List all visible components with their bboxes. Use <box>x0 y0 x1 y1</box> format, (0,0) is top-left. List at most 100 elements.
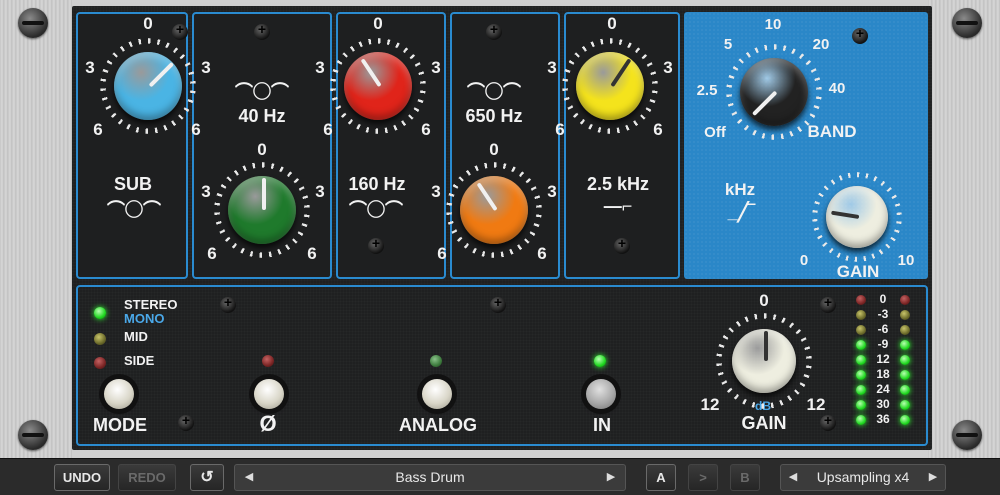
knob-pointer <box>476 182 498 212</box>
rack-screw-icon <box>18 8 48 38</box>
mode-label: MODE <box>93 415 147 435</box>
knob-cap <box>826 186 888 248</box>
hf-gain-label: GAIN <box>836 262 880 281</box>
preset-prev-icon[interactable]: ◀ <box>239 465 259 490</box>
panel-screw-icon <box>614 235 630 254</box>
knob-cap <box>228 176 296 244</box>
band-160hz-knob[interactable] <box>330 38 426 134</box>
panel-screw-icon <box>486 21 502 40</box>
phase-invert-button[interactable] <box>254 379 284 409</box>
knob-pointer <box>262 178 266 210</box>
band-40hz-knob[interactable] <box>214 162 310 258</box>
oversampling-selector[interactable]: ◀ Upsampling x4 ▶ <box>780 464 946 491</box>
knob-pointer <box>764 331 768 361</box>
meter-led-left <box>856 415 866 425</box>
redo-button[interactable]: REDO <box>118 464 176 491</box>
output-gain-knob[interactable] <box>716 313 812 409</box>
mode-led-mid <box>94 333 106 345</box>
preset-next-icon[interactable]: ▶ <box>601 465 621 490</box>
meter-scale-label: 36 <box>876 412 890 426</box>
high-band-gain-knob[interactable] <box>812 172 902 262</box>
panel-screw-icon <box>852 25 868 44</box>
meter-led-right <box>900 370 910 380</box>
analog-button[interactable] <box>422 379 452 409</box>
mode-led-stereo <box>94 307 106 319</box>
output-level-meter: 0 -3 -6 -9 12 18 24 30 36 <box>854 292 920 435</box>
knob-pointer <box>751 90 778 117</box>
panel-screw-icon <box>220 294 236 313</box>
b2k5-scale-3l: 3 <box>547 58 557 77</box>
sub-scale-3l: 3 <box>85 58 95 77</box>
knob-pointer <box>610 58 632 88</box>
analog-led <box>430 355 442 367</box>
undo-button[interactable]: UNDO <box>54 464 110 491</box>
in-label: IN <box>593 415 611 435</box>
phase-label: Ø <box>259 411 277 436</box>
oversampling-prev-icon[interactable]: ◀ <box>783 465 803 490</box>
knob-cap <box>344 52 412 120</box>
plugin-toolbar: UNDO REDO ↺ ◀ Bass Drum ▶ A > B ◀ Upsamp… <box>0 458 1000 495</box>
meter-led-left <box>856 385 866 395</box>
band-650hz-freq: 650 Hz <box>465 106 523 126</box>
meter-scale-label: -6 <box>877 322 889 336</box>
hf-unit-label: kHz <box>724 180 756 199</box>
reset-icon[interactable]: ↺ <box>190 464 224 491</box>
shelf-filter-icon: —⌐ <box>603 196 633 216</box>
band-40hz-freq: 40 Hz <box>238 106 286 126</box>
b2k5-scale-3r: 3 <box>663 58 673 77</box>
oversampling-value: Upsampling x4 <box>816 469 910 485</box>
hf-scale-2-5: 2.5 <box>696 82 718 99</box>
bell-filter-icon: ⌒◯⌒ <box>235 82 289 102</box>
b650-scale-3l: 3 <box>431 182 441 201</box>
meter-led-right <box>900 340 910 350</box>
rack-ear-left <box>0 0 72 458</box>
panel-screw-icon <box>490 294 506 313</box>
panel-screw-icon <box>820 412 836 431</box>
panel-screw-icon <box>368 235 384 254</box>
rack-screw-icon <box>18 420 48 450</box>
meter-scale-label: -3 <box>877 307 889 321</box>
b40-scale-3r: 3 <box>315 182 325 201</box>
high-band-freq-knob[interactable] <box>726 44 822 140</box>
meter-led-right <box>900 385 910 395</box>
eq-faceplate: 0 3 3 6 6 SUB ⌒◯⌒ ⌒◯⌒ 40 Hz 0 3 3 6 6 0 … <box>72 6 932 450</box>
copy-a-to-b-button[interactable]: > <box>688 464 718 491</box>
knob-cap <box>732 329 796 393</box>
analog-label: ANALOG <box>399 415 477 435</box>
meter-led-right <box>900 415 910 425</box>
mode-button[interactable] <box>104 379 134 409</box>
meter-led-left <box>856 340 866 350</box>
band-650hz-knob[interactable] <box>446 162 542 258</box>
sub-gain-knob[interactable] <box>100 38 196 134</box>
meter-led-right <box>900 355 910 365</box>
mode-mono-label: MONO <box>124 311 165 326</box>
band-2k5-knob[interactable] <box>562 38 658 134</box>
preset-selector[interactable]: ◀ Bass Drum ▶ <box>234 464 626 491</box>
b650-scale-3r: 3 <box>547 182 557 201</box>
meter-scale-label: 18 <box>876 367 890 381</box>
oversampling-next-icon[interactable]: ▶ <box>923 465 943 490</box>
preset-name: Bass Drum <box>395 469 465 485</box>
preset-b-button[interactable]: B <box>730 464 760 491</box>
sub-scale-top: 0 <box>143 14 153 33</box>
meter-led-right <box>900 310 910 320</box>
mode-led-side <box>94 357 106 369</box>
rack-ear-right <box>928 0 1000 458</box>
hf-gain-min: 0 <box>799 252 809 269</box>
panel-screw-icon <box>178 412 194 431</box>
bell-filter-icon: ⌒◯⌒ <box>467 82 521 102</box>
meter-led-left <box>856 295 866 305</box>
sub-scale-3r: 3 <box>201 58 211 77</box>
b160-scale-top: 0 <box>373 14 383 33</box>
meter-led-right <box>900 400 910 410</box>
b40-scale-top: 0 <box>257 140 267 159</box>
in-led <box>594 355 606 367</box>
knob-pointer <box>360 58 382 88</box>
in-button[interactable] <box>586 379 616 409</box>
rack-screw-icon <box>952 8 982 38</box>
meter-led-left <box>856 400 866 410</box>
hf-scale-40: 40 <box>828 80 846 97</box>
meter-led-right <box>900 325 910 335</box>
meter-led-left <box>856 310 866 320</box>
preset-a-button[interactable]: A <box>646 464 676 491</box>
